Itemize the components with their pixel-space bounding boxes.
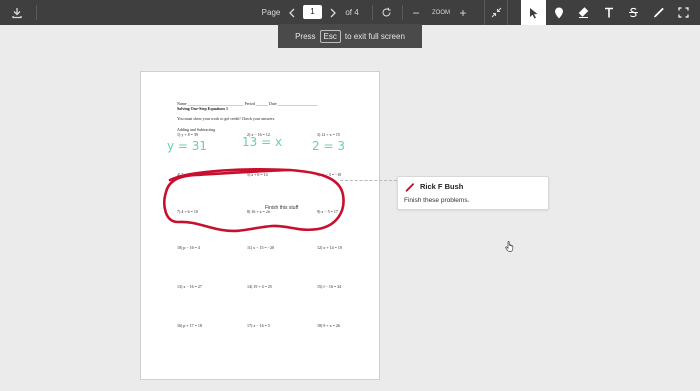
freehand-scribble[interactable] bbox=[0, 0, 700, 391]
comment-card[interactable]: Rick F Bush Finish these problems. bbox=[397, 176, 549, 210]
comment-author: Rick F Bush bbox=[420, 182, 464, 191]
scribble-label: Finish this stuff bbox=[265, 205, 299, 211]
hand-cursor-icon bbox=[505, 241, 514, 252]
comment-connector bbox=[340, 180, 397, 181]
pen-icon bbox=[405, 183, 414, 192]
comment-text: Finish these problems. bbox=[404, 197, 470, 204]
